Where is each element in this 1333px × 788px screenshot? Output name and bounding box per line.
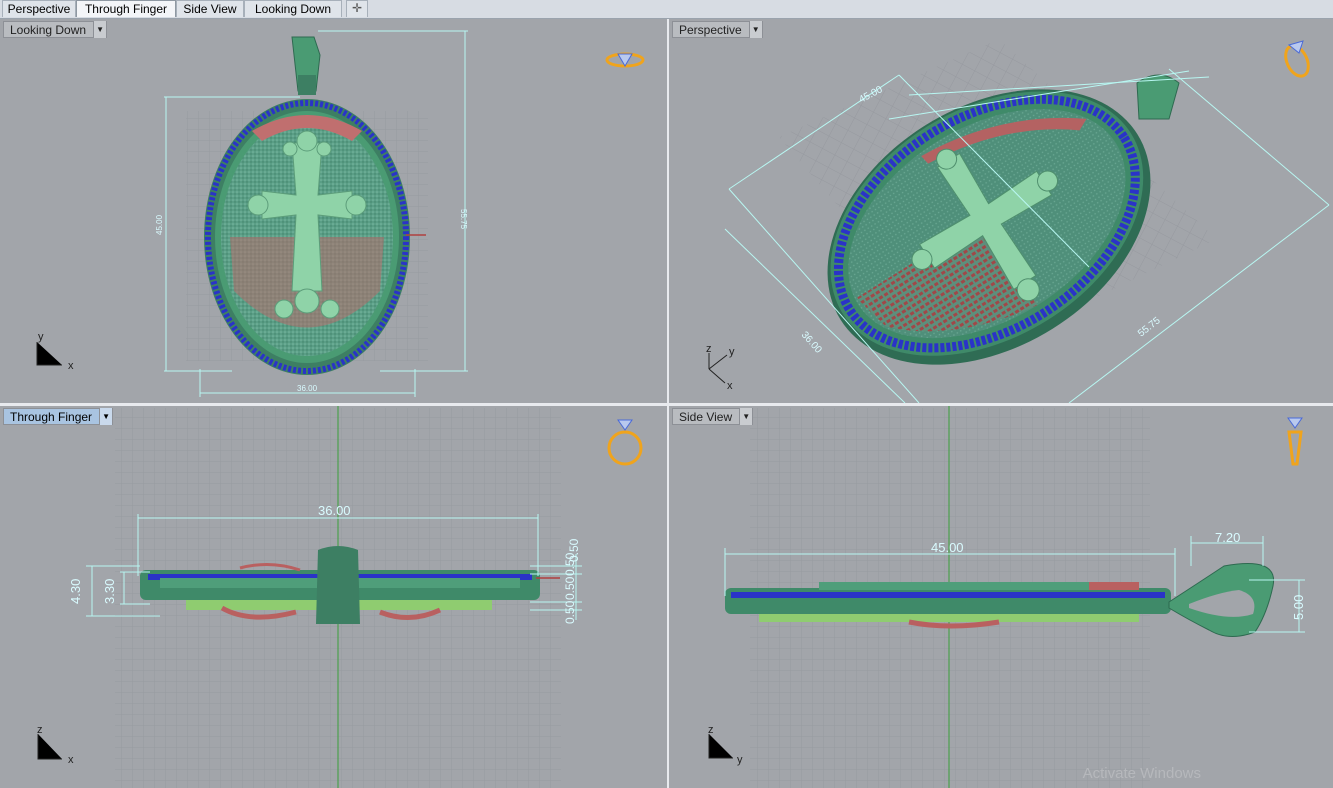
viewport-label-perspective[interactable]: Perspective ▼: [672, 21, 763, 38]
add-tab-icon[interactable]: ✛: [346, 0, 368, 17]
through-finger-scene: 36.00 4.30 3.30 0.50 0.50 0.50 0.50 z x: [37, 406, 643, 788]
ring-top-view-icon: [605, 52, 645, 68]
axis-label-z: z: [706, 343, 712, 355]
viewport-perspective[interactable]: 45.00 36.00 55.75 z y x Perspective ▼: [669, 19, 1333, 403]
dim-height: 45.00: [155, 214, 164, 235]
ring-side-view-icon: [1287, 417, 1303, 466]
dim-bottom-step: 0.50: [567, 538, 581, 562]
dim-width: 36.00: [297, 384, 318, 393]
dim-body-height: 3.30: [102, 579, 117, 604]
axis-label-y: y: [737, 754, 743, 766]
chevron-down-icon[interactable]: ▼: [739, 408, 753, 425]
viewport-looking-down[interactable]: 45.00 55.75 36.00 y x Looking Down ▼: [0, 19, 667, 403]
tab-looking-down[interactable]: Looking Down: [244, 0, 342, 17]
dim-c: 55.75: [1136, 315, 1163, 339]
viewport-label-through-finger[interactable]: Through Finger ▼: [3, 408, 114, 425]
axis-label-y: y: [729, 346, 735, 358]
view-tab-bar: Perspective Through Finger Side View Loo…: [0, 0, 1333, 19]
looking-down-scene: 45.00 55.75 36.00 y x: [36, 30, 645, 397]
dim-b: 36.00: [799, 330, 824, 356]
axis-label-x: x: [727, 380, 733, 392]
viewport-label-side-view[interactable]: Side View ▼: [672, 408, 754, 425]
axis-triad: [36, 342, 62, 366]
axis-label-x: x: [68, 754, 74, 766]
perspective-scene: 45.00 36.00 55.75 z y x: [706, 39, 1330, 403]
axis-triad: [708, 353, 728, 384]
viewport-side-view[interactable]: 45.00 7.20 5.00 z y Side View ▼: [669, 406, 1333, 788]
chevron-down-icon[interactable]: ▼: [93, 21, 107, 38]
dim-overall: 55.75: [459, 209, 468, 230]
pendant-bail: [1136, 74, 1180, 120]
dim-bail-width: 7.20: [1215, 530, 1240, 545]
dim-bail-height: 5.00: [1291, 595, 1306, 620]
tab-side-view[interactable]: Side View: [176, 0, 244, 17]
viewport-splitter-horizontal[interactable]: [0, 403, 1333, 406]
dim-total-height: 4.30: [68, 579, 83, 604]
dim-mid-step-b: 0.50: [563, 600, 577, 624]
activation-watermark: Activate Windows: [1082, 765, 1201, 782]
viewport-label-text: Perspective: [679, 23, 742, 37]
viewport-through-finger[interactable]: 36.00 4.30 3.30 0.50 0.50 0.50 0.50 z x …: [0, 406, 667, 788]
dim-width: 36.00: [318, 503, 351, 518]
viewport-label-looking-down[interactable]: Looking Down ▼: [3, 21, 108, 38]
axis-label-z: z: [37, 724, 43, 736]
dim-mid-step-a: 0.50: [563, 576, 577, 600]
pendant-top-view: [204, 36, 410, 375]
ring-perspective-icon: [1284, 40, 1310, 78]
chevron-down-icon[interactable]: ▼: [99, 408, 113, 425]
axis-label-z: z: [708, 724, 714, 736]
axis-triad: [708, 734, 733, 759]
ring-front-view-icon: [607, 419, 643, 466]
tab-perspective[interactable]: Perspective: [2, 0, 76, 17]
axis-label-x: x: [68, 360, 74, 372]
axis-label-y: y: [38, 331, 44, 343]
dim-length: 45.00: [931, 540, 964, 555]
viewport-label-text: Through Finger: [10, 410, 93, 424]
tab-through-finger[interactable]: Through Finger: [76, 0, 176, 17]
chevron-down-icon[interactable]: ▼: [748, 21, 762, 38]
viewport-label-text: Looking Down: [10, 23, 87, 37]
axis-triad: [37, 734, 62, 760]
viewport-label-text: Side View: [679, 410, 733, 424]
side-view-scene: 45.00 7.20 5.00 z y: [708, 406, 1306, 788]
